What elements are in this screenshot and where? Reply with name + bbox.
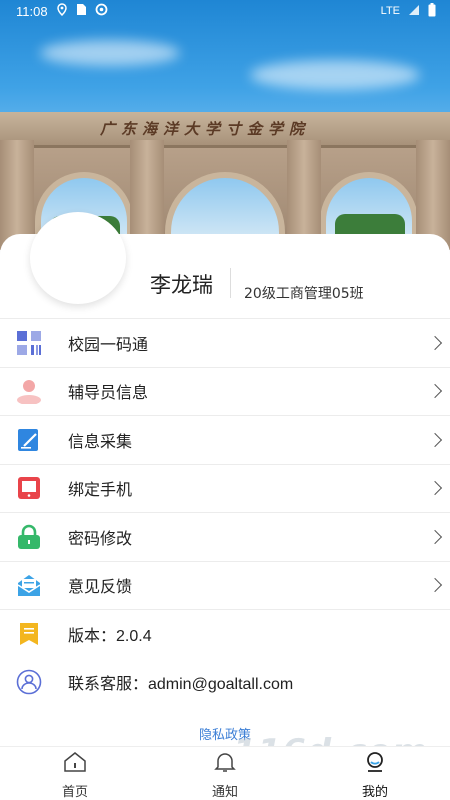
- data-saver-icon: [95, 3, 108, 19]
- battery-icon: [428, 2, 436, 20]
- bottom-tab-bar: 首页 通知 我的: [0, 746, 450, 800]
- person-icon: [16, 378, 42, 405]
- chevron-right-icon: [427, 384, 443, 399]
- menu-item-info-collection[interactable]: 信息采集: [0, 415, 450, 464]
- chevron-right-icon: [427, 529, 443, 544]
- menu-item-label: 密码修改: [68, 528, 133, 548]
- menu-item-label: 意见反馈: [68, 577, 133, 597]
- bookmark-icon: [16, 621, 42, 647]
- version-label: 版本：2.0.4: [68, 627, 152, 645]
- menu-item-campus-code[interactable]: 校园一码通: [0, 318, 450, 367]
- feedback-icon: [16, 572, 42, 598]
- menu-item-bind-phone[interactable]: 绑定手机: [0, 463, 450, 513]
- menu-item-label: 信息采集: [68, 431, 133, 451]
- profile-icon: [363, 751, 387, 777]
- user-name: 李龙瑞: [150, 273, 213, 297]
- menu-item-version: 版本：2.0.4: [0, 609, 450, 658]
- sim-icon: [76, 3, 87, 19]
- menu-item-label: 绑定手机: [68, 480, 133, 500]
- chevron-right-icon: [427, 578, 443, 593]
- tab-label: 我的: [361, 785, 388, 800]
- profile-menu: 校园一码通 辅导员信息 信息采集 绑定手机 密码修改 意见反馈 版本：2.0.4…: [0, 318, 450, 706]
- menu-item-change-password[interactable]: 密码修改: [0, 512, 450, 561]
- network-type: LTE: [380, 5, 400, 17]
- edit-doc-icon: [16, 427, 42, 453]
- tab-label: 通知: [211, 785, 238, 800]
- phone-icon: [16, 475, 42, 501]
- menu-item-label: 辅导员信息: [68, 383, 149, 403]
- gate-inscription: 广东海洋大学寸金学院: [100, 120, 311, 138]
- menu-item-label: 校园一码通: [68, 334, 149, 354]
- user-circle-icon: [16, 669, 42, 695]
- chevron-right-icon: [427, 432, 443, 447]
- bell-icon: [213, 751, 237, 777]
- status-bar: 11:08 LTE: [0, 0, 450, 22]
- avatar[interactable]: [30, 212, 126, 304]
- chevron-right-icon: [427, 335, 443, 350]
- tab-mine[interactable]: 我的: [300, 747, 450, 800]
- menu-item-feedback[interactable]: 意见反馈: [0, 560, 450, 610]
- menu-item-support[interactable]: 联系客服：admin@goaltall.com: [0, 658, 450, 707]
- user-class: 20级工商管理05班: [244, 286, 364, 302]
- qr-code-icon: [16, 330, 42, 356]
- tab-label: 首页: [61, 785, 88, 800]
- signal-icon: [408, 4, 420, 19]
- location-icon: [56, 3, 68, 19]
- home-icon: [63, 751, 87, 777]
- support-label: 联系客服：admin@goaltall.com: [68, 675, 294, 693]
- chevron-right-icon: [427, 481, 443, 496]
- name-divider: [230, 268, 231, 298]
- tab-home[interactable]: 首页: [0, 747, 150, 800]
- tab-notifications[interactable]: 通知: [150, 747, 300, 800]
- menu-item-counselor-info[interactable]: 辅导员信息: [0, 366, 450, 416]
- lock-icon: [16, 524, 42, 550]
- status-time: 11:08: [16, 3, 48, 19]
